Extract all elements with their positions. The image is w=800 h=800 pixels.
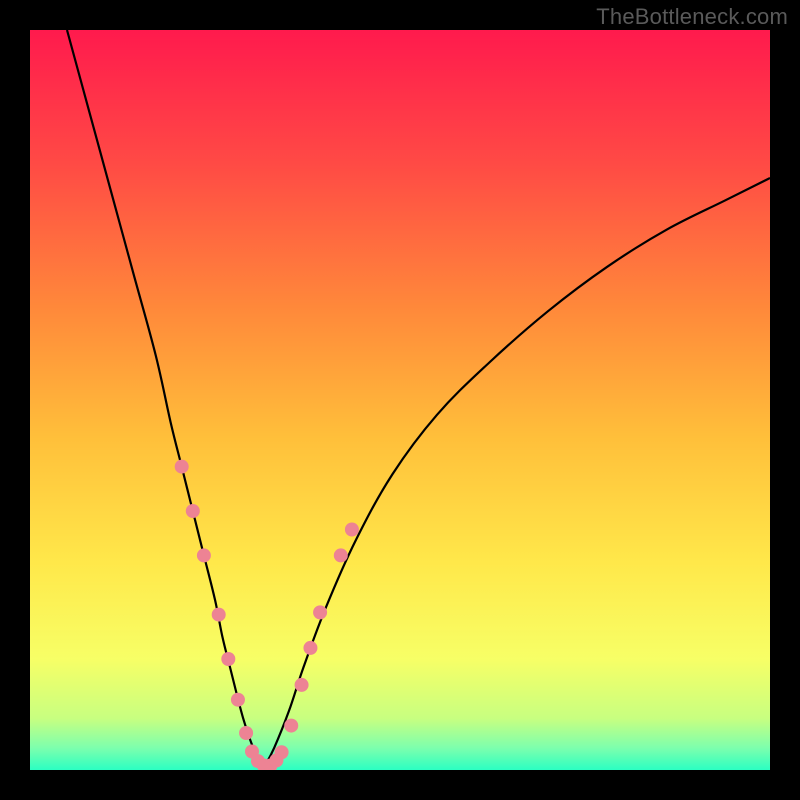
data-marker [197,548,211,562]
plot-area [30,30,770,770]
data-marker [239,726,253,740]
data-marker [212,608,226,622]
data-marker [303,641,317,655]
data-marker [186,504,200,518]
watermark: TheBottleneck.com [596,4,788,30]
curve-left [67,30,265,766]
data-marker [284,719,298,733]
data-marker [231,693,245,707]
data-marker [345,523,359,537]
data-marker [275,745,289,759]
data-marker [313,605,327,619]
curve-right [265,178,770,766]
data-marker [295,678,309,692]
chart-svg [30,30,770,770]
data-markers [175,460,359,770]
data-marker [175,460,189,474]
chart-container: TheBottleneck.com [0,0,800,800]
data-marker [334,548,348,562]
data-marker [221,652,235,666]
